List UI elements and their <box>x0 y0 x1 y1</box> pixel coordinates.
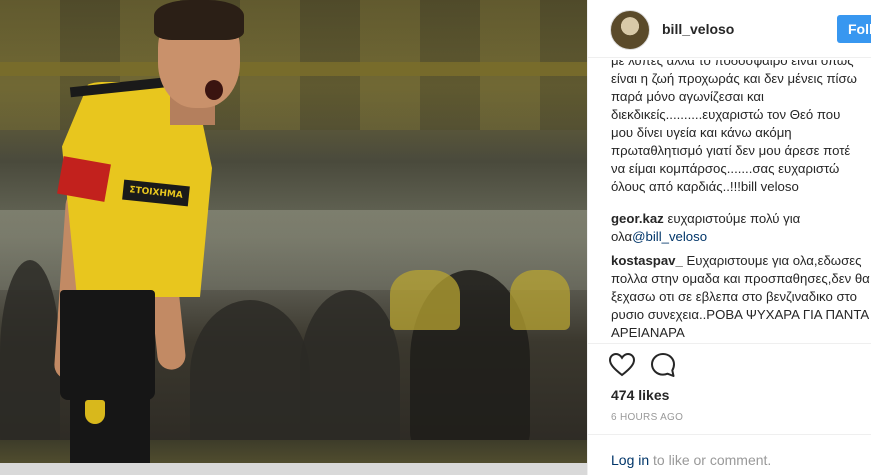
post-side-panel: bill_veloso Follow με λύπες αλλά το ποδό… <box>587 0 871 475</box>
player-figure: ΣΤΟΙΧΗΜΑ <box>0 0 587 475</box>
comment-mention[interactable]: @bill_veloso <box>632 229 707 244</box>
login-link[interactable]: Log in <box>611 452 649 468</box>
login-prompt: Log in to like or comment. <box>611 452 771 468</box>
captain-armband <box>57 156 111 202</box>
likes-count[interactable]: 474 likes <box>611 387 669 403</box>
avatar[interactable] <box>610 10 650 50</box>
heart-icon[interactable] <box>609 353 635 377</box>
club-badge <box>85 400 105 424</box>
player-shorts <box>60 290 155 400</box>
comment-item: kostaspav_ Ευχαριστουμε για ολα,εδωσες π… <box>611 252 871 342</box>
post-photo[interactable]: ΣΤΟΙΧΗΜΑ <box>0 0 587 475</box>
photo-bottom-edge <box>0 463 587 475</box>
follow-button[interactable]: Follow <box>837 15 871 43</box>
comment-author[interactable]: kostaspav_ <box>611 253 683 268</box>
username-link[interactable]: bill_veloso <box>662 21 734 37</box>
login-prompt-rest: to like or comment. <box>649 452 772 468</box>
comment-bubble-icon[interactable] <box>650 352 676 378</box>
comment-author[interactable]: geor.kaz <box>611 211 664 226</box>
player-mouth <box>205 80 223 100</box>
comment-item: geor.kaz ευχαριστούμε πολύ για ολα@bill_… <box>611 210 871 246</box>
post-caption: με λύπες αλλά το ποδόσφαιρο είναι όπως ε… <box>611 60 857 194</box>
comments-list[interactable]: με λύπες αλλά το ποδόσφαιρο είναι όπως ε… <box>611 60 871 343</box>
player-hair <box>154 0 244 40</box>
post-timestamp: 6 HOURS AGO <box>611 412 684 423</box>
post-header: bill_veloso Follow <box>588 0 871 58</box>
actions-divider <box>588 343 871 344</box>
